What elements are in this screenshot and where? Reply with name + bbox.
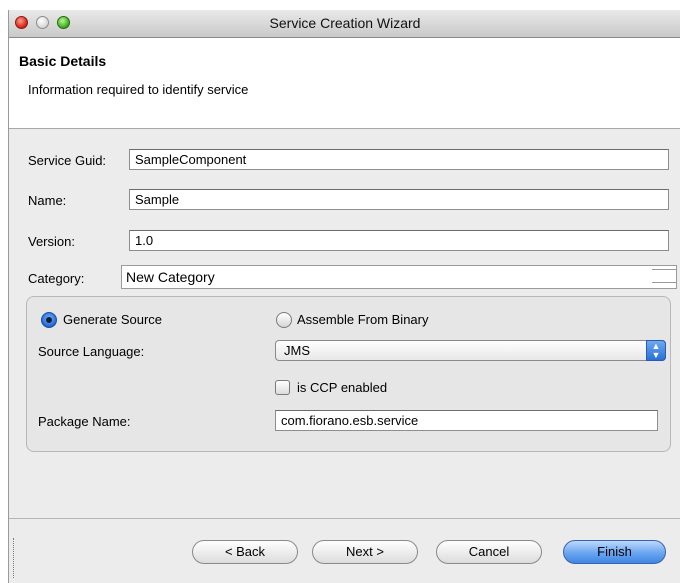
back-button[interactable]: < Back — [192, 540, 298, 564]
title-bar[interactable]: Service Creation Wizard — [9, 10, 680, 38]
ccp-enabled-label[interactable]: is CCP enabled — [297, 380, 387, 395]
package-name-input[interactable]: com.fiorano.esb.service — [275, 410, 658, 431]
assemble-binary-label[interactable]: Assemble From Binary — [297, 312, 428, 327]
generate-source-radio[interactable] — [41, 312, 57, 328]
category-value: New Category — [126, 269, 215, 285]
category-label: Category: — [28, 271, 85, 286]
assemble-binary-radio[interactable] — [276, 312, 292, 328]
ccp-enabled-checkbox[interactable] — [275, 380, 290, 395]
version-input[interactable]: 1.0 — [129, 230, 669, 251]
wizard-window: Service Creation Wizard Basic Details In… — [8, 10, 680, 583]
combo-handle-icon[interactable] — [652, 269, 676, 283]
cancel-button[interactable]: Cancel — [436, 540, 542, 564]
select-arrows-icon[interactable]: ▲ ▼ — [646, 340, 666, 361]
next-button[interactable]: Next > — [312, 540, 418, 564]
service-guid-input[interactable]: SampleComponent — [129, 149, 669, 170]
source-language-label: Source Language: — [38, 344, 145, 359]
window-title: Service Creation Wizard — [269, 15, 421, 31]
service-guid-label: Service Guid: — [28, 153, 107, 168]
package-name-label: Package Name: — [38, 414, 131, 429]
name-label: Name: — [28, 193, 67, 208]
name-input[interactable]: Sample — [129, 189, 669, 210]
page-description: Information required to identify service — [28, 82, 249, 97]
button-separator — [9, 518, 680, 519]
generate-source-label[interactable]: Generate Source — [63, 312, 162, 327]
category-combo[interactable]: New Category — [121, 265, 677, 289]
finish-button[interactable]: Finish — [563, 540, 666, 564]
version-label: Version: — [28, 234, 75, 249]
source-language-select[interactable]: JMS ▲ ▼ — [275, 340, 666, 361]
resize-grip-icon[interactable] — [13, 538, 15, 578]
header-banner: Basic Details Information required to id… — [9, 38, 680, 129]
page-title: Basic Details — [19, 53, 107, 69]
source-language-value: JMS — [284, 343, 310, 358]
